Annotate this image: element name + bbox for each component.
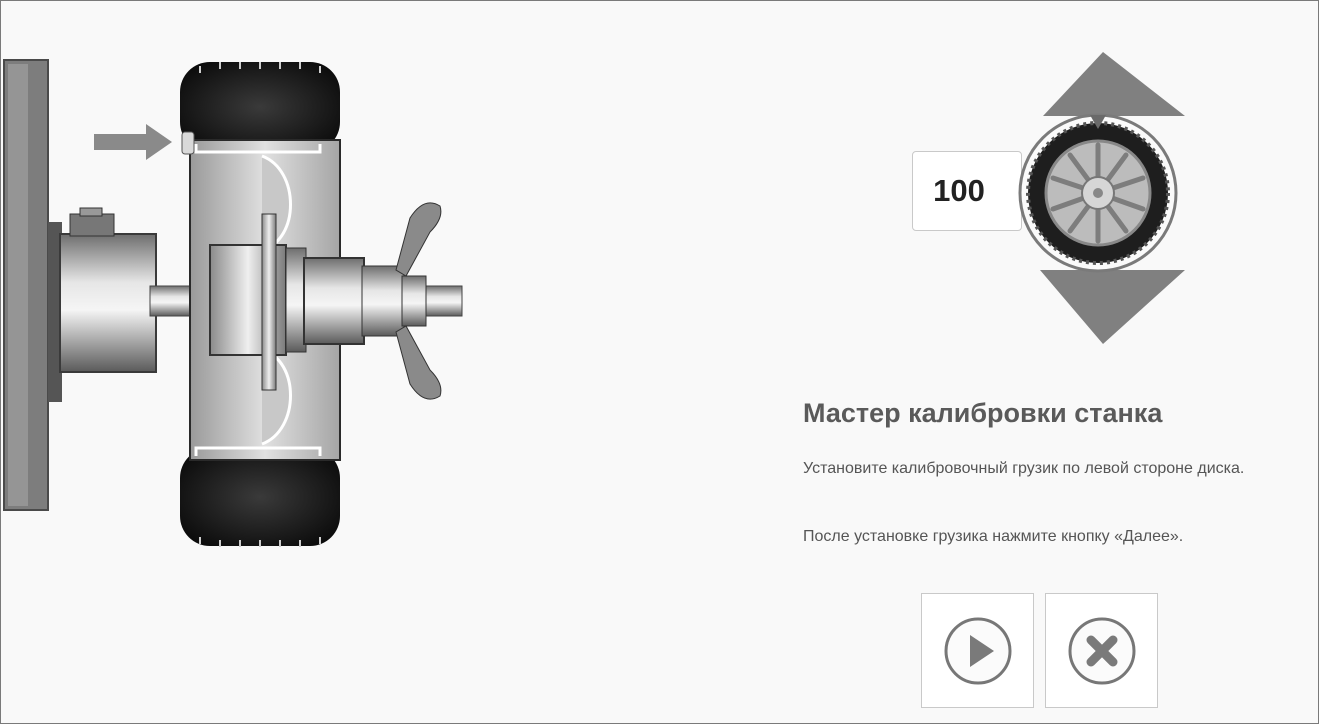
triangle-down-icon[interactable] [1035, 270, 1185, 344]
close-icon [1068, 617, 1135, 684]
nut-wing-top [395, 202, 442, 277]
tire-lower [180, 448, 340, 546]
tire-upper [180, 62, 340, 152]
calibration-weight [181, 131, 195, 155]
instruction-text: После установке грузика нажмите кнопку «… [803, 528, 1184, 545]
wizard-title: Мастер калибровки станка [803, 398, 1163, 428]
quick-nut [303, 257, 365, 345]
motor-housing [59, 233, 157, 373]
nut-wing-bottom [395, 325, 442, 400]
wheel-icon [1018, 113, 1178, 273]
weight-value: 100 [912, 151, 1022, 231]
balancer-illustration [3, 59, 463, 547]
cancel-button[interactable] [1045, 593, 1158, 708]
weight-pointer-arrow [94, 134, 150, 150]
next-button[interactable] [921, 593, 1034, 708]
play-icon [944, 617, 1011, 684]
triangle-up-icon[interactable] [1035, 52, 1185, 116]
instruction-text: Установите калибровочный грузик по левой… [803, 460, 1245, 477]
